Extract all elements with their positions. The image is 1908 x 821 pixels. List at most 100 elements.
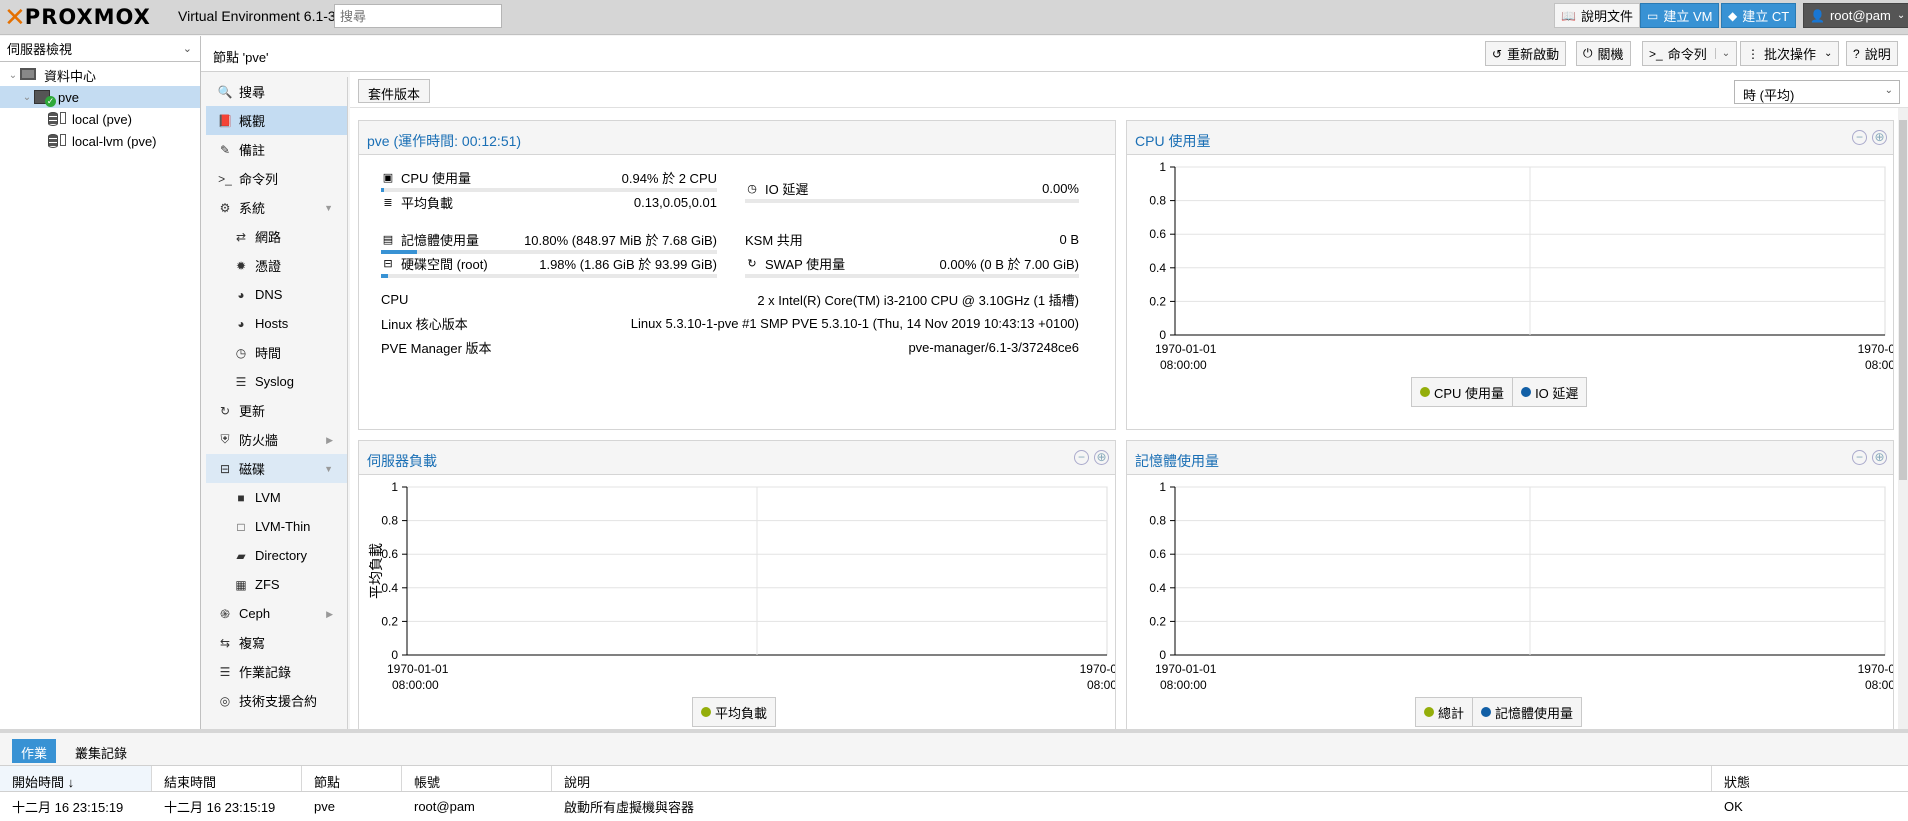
table-row[interactable]: 十二月 16 23:15:19 十二月 16 23:15:19 pve root… bbox=[0, 792, 1908, 820]
reboot-button[interactable]: ↺ 重新啟動 bbox=[1485, 41, 1567, 66]
column-user[interactable]: 帳號 bbox=[402, 766, 552, 791]
nav-zfs[interactable]: ▦ ZFS bbox=[206, 570, 347, 599]
legend-item-cpu[interactable]: CPU 使用量 bbox=[1412, 378, 1512, 406]
nav-firewall[interactable]: ⛨ 防火牆 ▶ bbox=[206, 425, 347, 454]
tree-item-storage-local-lvm[interactable]: local-lvm (pve) bbox=[0, 130, 200, 152]
column-node[interactable]: 節點 bbox=[302, 766, 402, 791]
column-end-time[interactable]: 結束時間 bbox=[152, 766, 302, 791]
square-icon: ■ bbox=[237, 490, 245, 505]
resource-tree-panel: 伺服器檢視 ⌄ ⌄ 資料中心 ⌄ pve local (pve) local-l… bbox=[0, 36, 201, 729]
y-tick-label: 0.4 bbox=[1149, 581, 1166, 595]
nav-time[interactable]: ◷ 時間 bbox=[206, 338, 347, 367]
panel-title: CPU 使用量 bbox=[1135, 133, 1211, 149]
version-label: Virtual Environment 6.1-3 bbox=[178, 8, 336, 24]
shutdown-button[interactable]: ⏻ 關機 bbox=[1576, 41, 1631, 66]
docs-button[interactable]: 📖 說明文件 bbox=[1554, 3, 1640, 28]
nav-shell[interactable]: >_ 命令列 bbox=[206, 164, 347, 193]
column-start-time[interactable]: 開始時間 ↓ bbox=[0, 766, 152, 791]
package-versions-button[interactable]: 套件版本 bbox=[358, 79, 431, 103]
bulk-actions-button[interactable]: ⋮ 批次操作 ⌄ bbox=[1740, 41, 1840, 66]
view-selector[interactable]: 伺服器檢視 ⌄ bbox=[0, 36, 200, 62]
panel-header: 伺服器負載 − ⊕ bbox=[359, 441, 1115, 475]
legend-item-mem[interactable]: 記憶體使用量 bbox=[1472, 698, 1581, 726]
x-tick-label: 1970-0 08:00 bbox=[1858, 342, 1893, 372]
cpu-info-row: CPU 2 x Intel(R) Core(TM) i3-2100 CPU @ … bbox=[381, 288, 1079, 310]
load-average-row: ≣ 平均負載 0.13,0.05,0.01 bbox=[381, 191, 717, 213]
nav-search[interactable]: 🔍 搜尋 bbox=[206, 77, 347, 106]
nav-label: 防火牆 bbox=[239, 433, 279, 448]
column-description[interactable]: 說明 bbox=[552, 766, 1712, 791]
y-tick-label: 1 bbox=[1159, 160, 1166, 174]
cpu-info-value: 2 x Intel(R) Core(TM) i3-2100 CPU @ 3.10… bbox=[757, 292, 1079, 308]
shield-icon: ⛨ bbox=[220, 432, 230, 446]
chevron-down-icon[interactable]: ▼ bbox=[324, 464, 333, 474]
nav-summary[interactable]: 📕 概觀 bbox=[206, 106, 347, 135]
y-tick-label: 0.2 bbox=[1149, 614, 1166, 628]
nav-subscription[interactable]: ◎ 技術支援合約 bbox=[206, 686, 347, 715]
nav-task-history[interactable]: ☰ 作業記錄 bbox=[206, 657, 347, 686]
nav-notes[interactable]: ✎ 備註 bbox=[206, 135, 347, 164]
legend-item-io[interactable]: IO 延遲 bbox=[1512, 378, 1586, 406]
nav-ceph[interactable]: ֍ Ceph ▶ bbox=[206, 599, 347, 628]
nav-label: Syslog bbox=[255, 374, 295, 389]
chevron-right-icon[interactable]: ▶ bbox=[326, 435, 333, 446]
nav-certificates[interactable]: ✹ 憑證 bbox=[206, 251, 347, 280]
create-ct-button[interactable]: ◆ 建立 CT bbox=[1721, 3, 1797, 28]
create-ct-label: 建立 CT bbox=[1742, 9, 1790, 24]
tasks-icon: ≣ bbox=[383, 196, 393, 209]
search-input[interactable] bbox=[334, 4, 502, 28]
panel-title: 記憶體使用量 bbox=[1135, 453, 1219, 469]
collapse-icon[interactable]: ⌄ bbox=[20, 92, 34, 103]
y-tick-label: 0 bbox=[1159, 328, 1166, 342]
node-online-icon bbox=[34, 90, 56, 107]
nav-directory[interactable]: ▰ Directory bbox=[206, 541, 347, 570]
collapse-icon[interactable]: ⌄ bbox=[6, 70, 20, 81]
cpu-usage-value: 0.94% 於 2 CPU bbox=[621, 170, 717, 186]
shell-button[interactable]: >_ 命令列 ⌄ bbox=[1642, 41, 1738, 66]
legend-item-total[interactable]: 總計 bbox=[1416, 698, 1472, 726]
tab-cluster-log[interactable]: 叢集記錄 bbox=[66, 739, 136, 763]
x-tick-label: 1970-01-01 08:00:00 bbox=[387, 662, 449, 692]
nav-updates[interactable]: ↻ 更新 bbox=[206, 396, 347, 425]
user-menu-button[interactable]: 👤 root@pam ⌄ bbox=[1803, 3, 1908, 28]
nav-lvm[interactable]: ■ LVM bbox=[206, 483, 347, 512]
proxmox-logo[interactable]: ✕ PROXMOX bbox=[4, 4, 151, 30]
zoom-out-icon[interactable]: − bbox=[1852, 450, 1867, 465]
zoom-out-icon[interactable]: − bbox=[1074, 450, 1089, 465]
nav-disks[interactable]: ⊟ 磁碟 ▼ bbox=[206, 454, 347, 483]
nav-label: ZFS bbox=[255, 577, 280, 592]
x-tick-label-time: 08:00 bbox=[1865, 358, 1893, 372]
tree-item-node-pve[interactable]: ⌄ pve bbox=[0, 86, 200, 108]
zoom-reset-icon[interactable]: ⊕ bbox=[1872, 130, 1887, 145]
column-status[interactable]: 狀態 bbox=[1712, 766, 1908, 791]
create-vm-button[interactable]: ▭ 建立 VM bbox=[1640, 3, 1720, 28]
scrollbar-thumb[interactable] bbox=[1899, 120, 1907, 480]
chevron-down-icon[interactable]: ▼ bbox=[324, 203, 333, 213]
swap-usage-label: SWAP 使用量 bbox=[765, 256, 846, 272]
nav-network[interactable]: ⇄ 網路 bbox=[206, 222, 347, 251]
tab-tasks[interactable]: 作業 bbox=[12, 739, 57, 763]
memory-usage-chart-panel: 記憶體使用量 − ⊕ 0 0.2 0.4 0.6 0.8 1 1970-01-01 08:00:… bbox=[1126, 440, 1894, 729]
tree-item-datacenter[interactable]: ⌄ 資料中心 bbox=[0, 64, 200, 86]
zoom-out-icon[interactable]: − bbox=[1852, 130, 1867, 145]
help-button[interactable]: ? 說明 bbox=[1846, 41, 1898, 66]
legend-item-load[interactable]: 平均負載 bbox=[693, 698, 775, 726]
y-tick-label: 0.6 bbox=[1149, 547, 1166, 561]
nav-label: 網路 bbox=[255, 230, 282, 245]
timeframe-select[interactable]: 時 (平均) ⌄ bbox=[1734, 80, 1900, 104]
legend-label: IO 延遲 bbox=[1535, 385, 1579, 401]
content-scrollbar[interactable] bbox=[1898, 108, 1908, 729]
zoom-reset-icon[interactable]: ⊕ bbox=[1094, 450, 1109, 465]
nav-lvm-thin[interactable]: □ LVM-Thin bbox=[206, 512, 347, 541]
x-tick-label-date: 1970-0 bbox=[1080, 662, 1115, 676]
nav-replication[interactable]: ⇆ 複寫 bbox=[206, 628, 347, 657]
zoom-reset-icon[interactable]: ⊕ bbox=[1872, 450, 1887, 465]
chevron-right-icon[interactable]: ▶ bbox=[326, 609, 333, 620]
nav-hosts[interactable]: ◕ Hosts bbox=[206, 309, 347, 338]
nav-syslog[interactable]: ☰ Syslog bbox=[206, 367, 347, 396]
nav-dns[interactable]: ◕ DNS bbox=[206, 280, 347, 309]
nav-system[interactable]: ⚙ 系統 ▼ bbox=[206, 193, 347, 222]
tree-item-storage-local[interactable]: local (pve) bbox=[0, 108, 200, 130]
refresh-icon: ↻ bbox=[747, 257, 757, 270]
chevron-down-icon[interactable]: ⌄ bbox=[1714, 48, 1730, 59]
